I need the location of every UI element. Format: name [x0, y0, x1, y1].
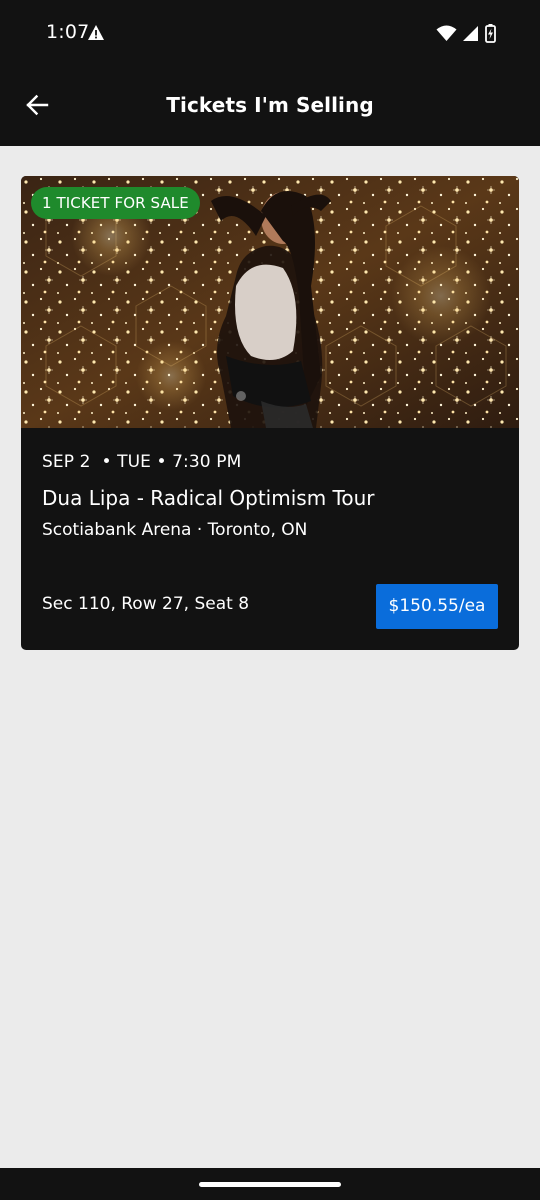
- price-button[interactable]: $150.55/ea: [376, 584, 498, 629]
- app-bar: Tickets I'm Selling: [0, 66, 540, 146]
- wifi-icon: [436, 25, 457, 41]
- status-time: 1:07: [46, 21, 90, 43]
- event-name: Dua Lipa - Radical Optimism Tour: [42, 486, 375, 510]
- event-venue: Scotiabank Arena · Toronto, ON: [42, 520, 308, 540]
- battery-charging-icon: [485, 23, 496, 43]
- home-indicator[interactable]: [199, 1182, 341, 1187]
- ticket-card[interactable]: 1 TICKET FOR SALE SEP 2 • TUE • 7:30 PM …: [21, 176, 519, 650]
- warning-icon: [88, 25, 104, 40]
- tickets-for-sale-badge: 1 TICKET FOR SALE: [31, 187, 200, 219]
- signal-icon: [463, 25, 478, 41]
- navigation-bar: [0, 1168, 540, 1200]
- status-bar: 1:07: [0, 0, 540, 66]
- status-icons: [436, 23, 496, 43]
- seat-info: Sec 110, Row 27, Seat 8: [42, 594, 250, 614]
- event-date: SEP 2 • TUE • 7:30 PM: [42, 452, 242, 472]
- page-title: Tickets I'm Selling: [166, 93, 374, 117]
